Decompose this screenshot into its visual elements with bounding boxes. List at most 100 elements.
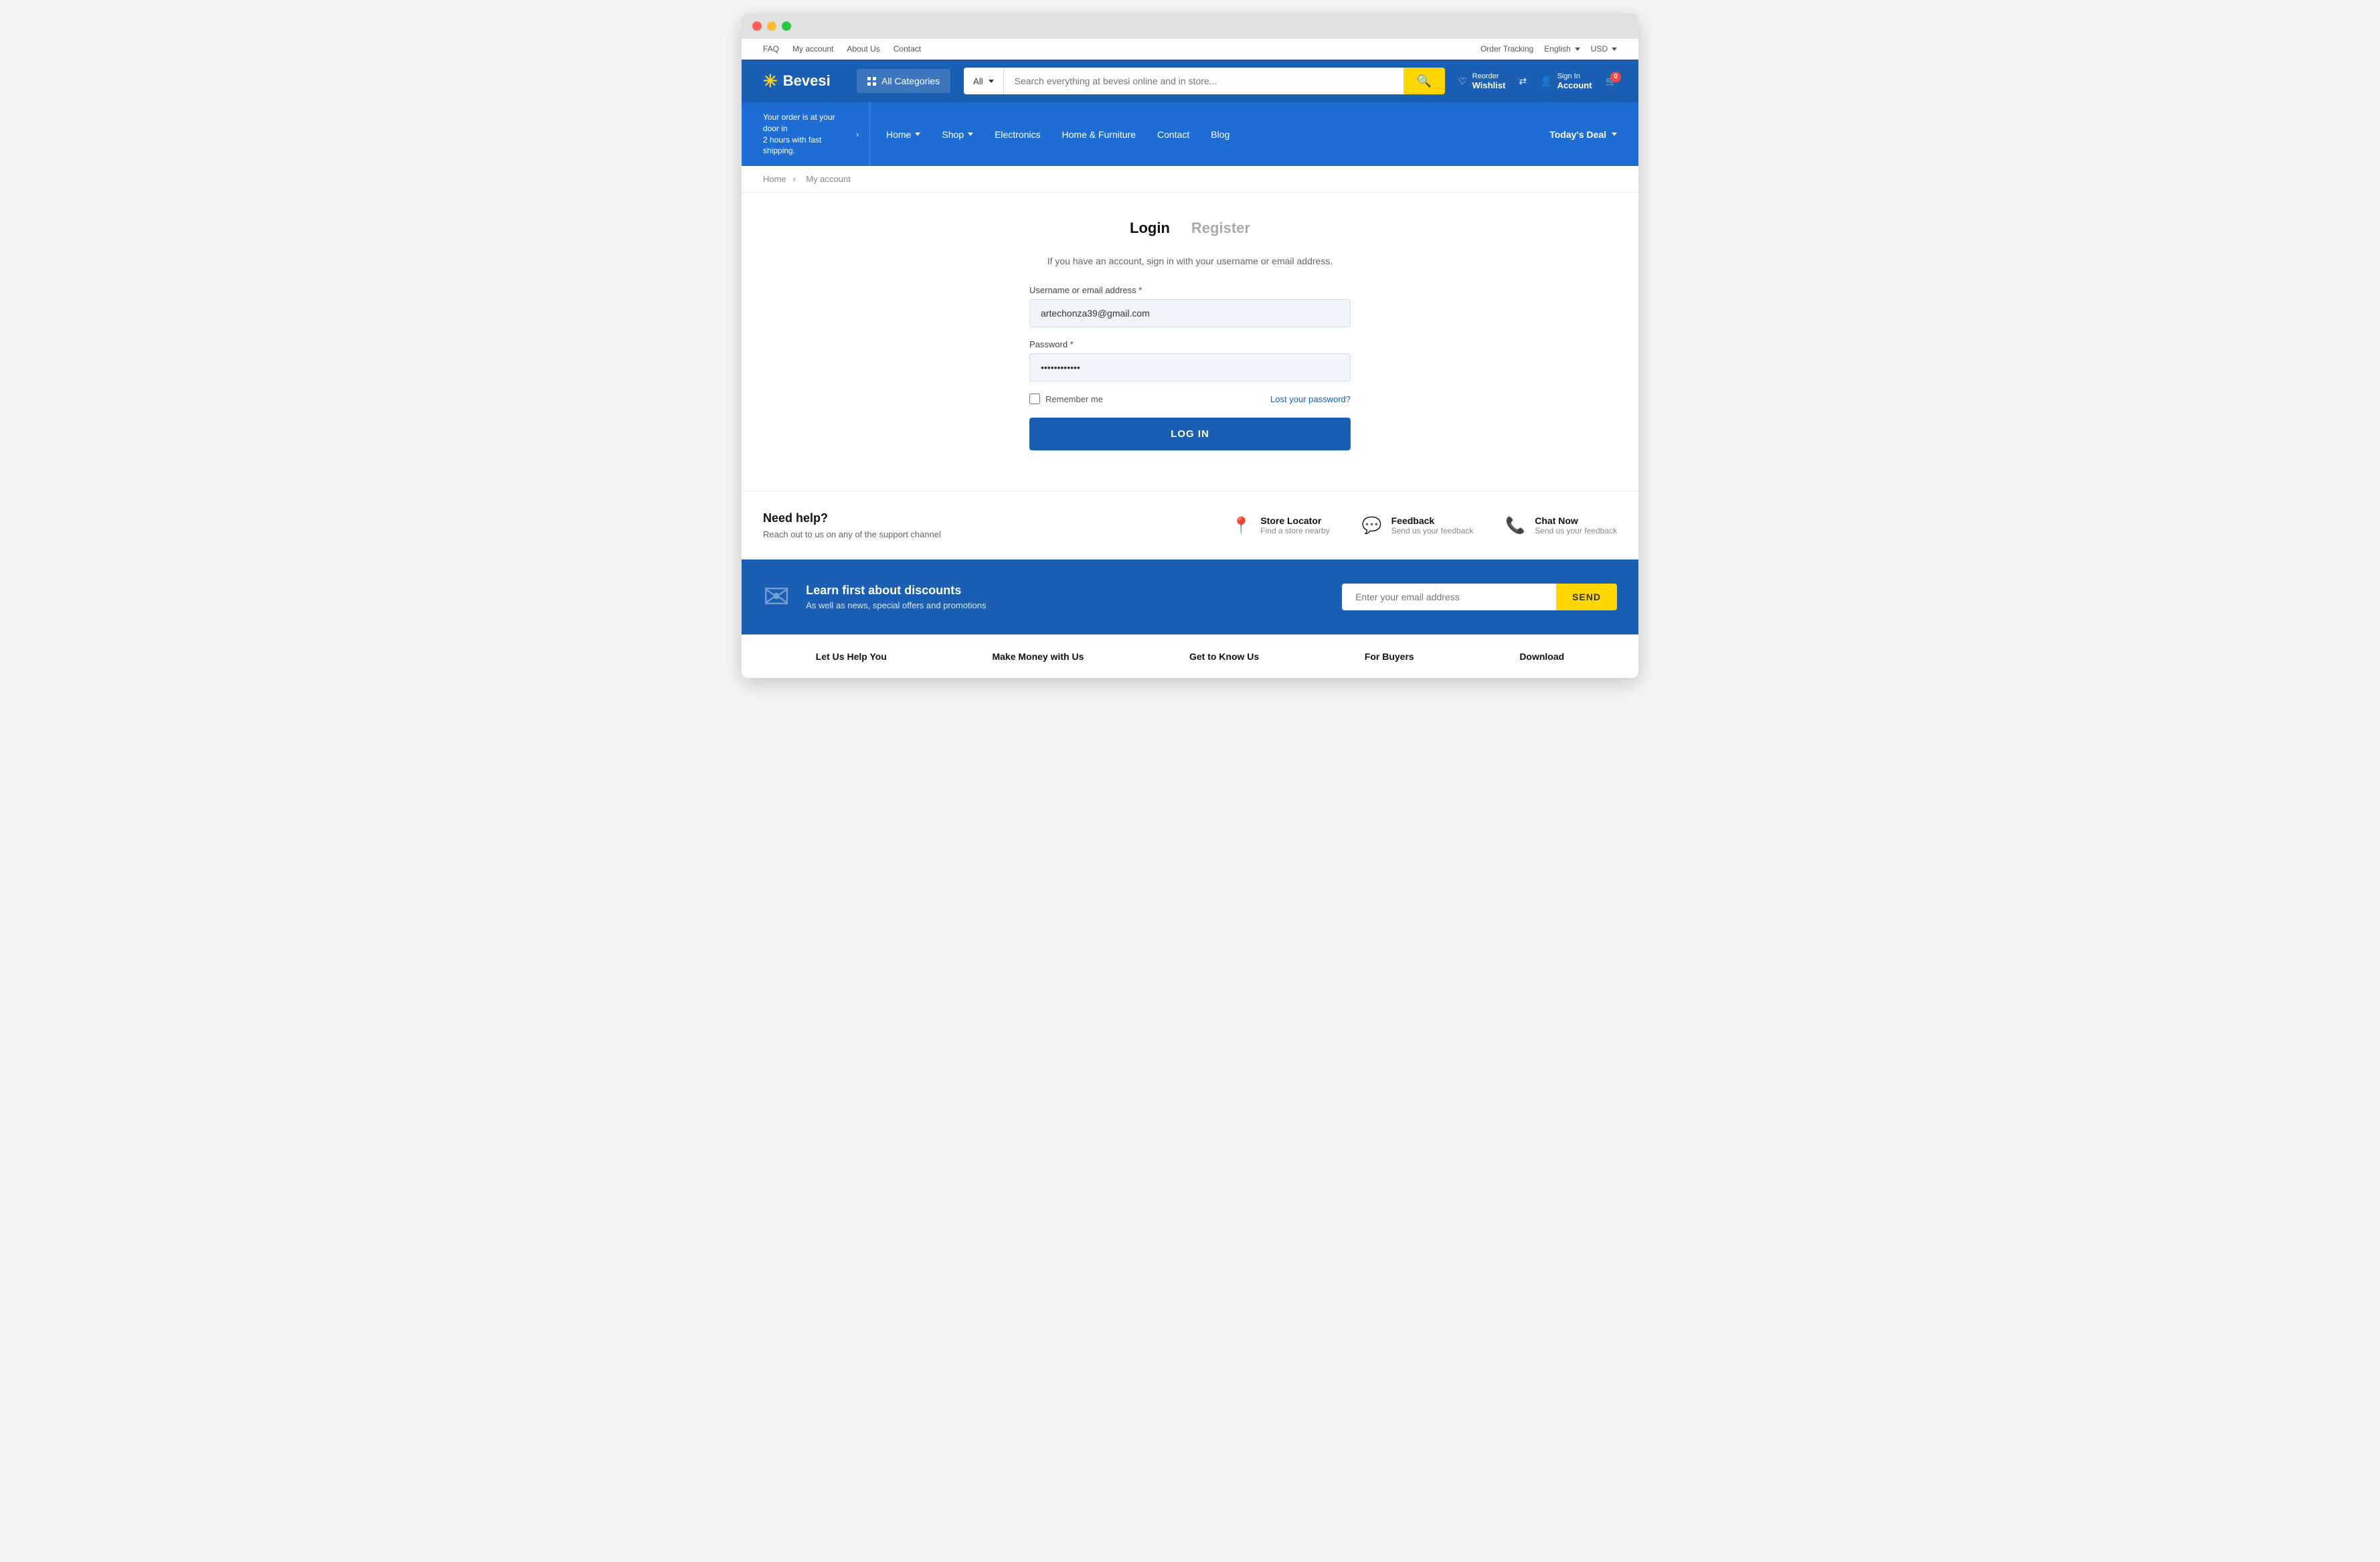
compare-action[interactable]: ⇄ (1519, 76, 1527, 87)
feedback-action[interactable]: 💬 Feedback Send us your feedback (1362, 515, 1474, 535)
newsletter-subtitle: As well as news, special offers and prom… (806, 600, 986, 610)
language-dropdown[interactable]: English (1544, 44, 1580, 54)
username-input[interactable] (1029, 299, 1351, 327)
compare-icon: ⇄ (1519, 76, 1527, 87)
utility-my-account[interactable]: My account (792, 44, 833, 54)
footer-col-2: Get to Know Us (1189, 651, 1259, 662)
phone-icon: 📞 (1505, 516, 1525, 535)
nav-electronics[interactable]: Electronics (984, 120, 1051, 149)
logo-icon: ✳ (763, 71, 778, 92)
currency-dropdown[interactable]: USD (1591, 44, 1617, 54)
store-locator-sub: Find a store nearby (1260, 526, 1329, 535)
tab-login[interactable]: Login (1130, 220, 1170, 240)
password-field-group: Password * (1029, 339, 1351, 381)
account-action[interactable]: 👤 Sign In Account (1540, 72, 1592, 90)
today-deal[interactable]: Today's Deal (1549, 120, 1617, 149)
utility-contact[interactable]: Contact (894, 44, 921, 54)
person-icon: 👤 (1540, 76, 1551, 87)
login-container: Login Register If you have an account, s… (1029, 220, 1351, 450)
chat-action[interactable]: 📞 Chat Now Send us your feedback (1505, 515, 1617, 535)
header: ✳ Bevesi All Categories All 🔍 ♡ Reord (742, 60, 1638, 102)
heart-icon: ♡ (1458, 76, 1467, 87)
utility-faq[interactable]: FAQ (763, 44, 779, 54)
username-field-group: Username or email address * (1029, 285, 1351, 327)
nav-shop-chevron-icon (968, 133, 973, 136)
today-deal-chevron-icon (1612, 133, 1617, 136)
wishlist-sub: Wishlist (1472, 80, 1506, 90)
logo-text: Bevesi (783, 72, 831, 90)
currency-chevron-icon (1612, 48, 1617, 51)
forgot-password-link[interactable]: Lost your password? (1270, 394, 1351, 404)
nav-home[interactable]: Home (875, 120, 931, 149)
all-categories-btn[interactable]: All Categories (857, 69, 950, 93)
all-categories-label: All Categories (881, 76, 940, 86)
location-icon: 📍 (1231, 516, 1251, 535)
chat-sub: Send us your feedback (1535, 526, 1617, 535)
nav-contact[interactable]: Contact (1146, 120, 1200, 149)
login-button[interactable]: LOG IN (1029, 418, 1351, 450)
tab-register[interactable]: Register (1191, 220, 1250, 240)
utility-right: Order Tracking English USD (1480, 44, 1617, 54)
need-help-title: Need help? (763, 511, 941, 525)
username-label: Username or email address * (1029, 285, 1351, 295)
nav-links: Home Shop Electronics Home & Furniture C… (875, 120, 1240, 149)
main-content: Login Register If you have an account, s… (742, 193, 1638, 491)
remember-me-label[interactable]: Remember me (1029, 394, 1103, 404)
form-options-row: Remember me Lost your password? (1029, 394, 1351, 404)
search-filter-dropdown[interactable]: All (964, 68, 1003, 94)
account-sub: Account (1557, 80, 1592, 90)
need-help: Need help? Reach out to us on any of the… (763, 511, 941, 539)
promo-line2: 2 hours with fast shipping. (763, 135, 848, 157)
search-filter-chevron-icon (989, 80, 994, 83)
search-button[interactable]: 🔍 (1404, 68, 1445, 94)
header-actions: ♡ Reorder Wishlist ⇄ 👤 Sign In Account 🛒… (1458, 72, 1617, 90)
nav-shop[interactable]: Shop (931, 120, 984, 149)
order-tracking-link[interactable]: Order Tracking (1480, 44, 1533, 54)
footer-col-1: Make Money with Us (992, 651, 1084, 662)
breadcrumb-separator: › (792, 174, 798, 184)
utility-about[interactable]: About Us (847, 44, 879, 54)
breadcrumb-home[interactable]: Home (763, 174, 786, 184)
mac-close-btn[interactable] (752, 21, 762, 31)
feedback-sub: Send us your feedback (1391, 526, 1474, 535)
store-locator-action[interactable]: 📍 Store Locator Find a store nearby (1231, 515, 1329, 535)
footer-col-4: Download (1519, 651, 1564, 662)
search-icon: 🔍 (1417, 74, 1432, 88)
search-input[interactable] (1004, 68, 1404, 94)
store-locator-title: Store Locator (1260, 515, 1329, 526)
newsletter-title: Learn first about discounts (806, 584, 986, 598)
remember-checkbox[interactable] (1029, 394, 1040, 404)
feedback-icon: 💬 (1362, 516, 1382, 535)
newsletter-email-input[interactable] (1342, 584, 1556, 610)
cart-badge: 0 (1610, 72, 1621, 82)
mac-maximize-btn[interactable] (782, 21, 791, 31)
newsletter-send-button[interactable]: SEND (1556, 584, 1617, 610)
utility-links: FAQ My account About Us Contact (763, 44, 921, 54)
nav-home-furniture[interactable]: Home & Furniture (1051, 120, 1146, 149)
nav-blog[interactable]: Blog (1200, 120, 1240, 149)
search-filter-label: All (973, 76, 983, 86)
newsletter-text: Learn first about discounts As well as n… (806, 584, 986, 610)
feedback-title: Feedback (1391, 515, 1474, 526)
today-deal-label: Today's Deal (1549, 129, 1606, 140)
password-input[interactable] (1029, 353, 1351, 381)
wishlist-action[interactable]: ♡ Reorder Wishlist (1458, 72, 1505, 90)
promo-line1: Your order is at your door in (763, 112, 848, 135)
auth-tabs: Login Register (1029, 220, 1351, 240)
support-actions: 📍 Store Locator Find a store nearby 💬 Fe… (1231, 515, 1617, 535)
mac-minimize-btn[interactable] (767, 21, 776, 31)
grid-icon (867, 77, 876, 86)
account-label: Sign In (1557, 72, 1592, 80)
nav-promo: Your order is at your door in 2 hours wi… (763, 102, 870, 166)
logo[interactable]: ✳ Bevesi (763, 71, 843, 92)
mac-titlebar (742, 13, 1638, 39)
search-bar: All 🔍 (964, 68, 1445, 94)
support-bar: Need help? Reach out to us on any of the… (742, 491, 1638, 559)
promo-arrow-icon: › (856, 130, 859, 139)
nav-home-chevron-icon (915, 133, 920, 136)
breadcrumb-current: My account (806, 174, 850, 184)
cart-action[interactable]: 🛒 0 (1606, 76, 1617, 87)
nav-bar: Your order is at your door in 2 hours wi… (742, 102, 1638, 166)
need-help-subtitle: Reach out to us on any of the support ch… (763, 529, 941, 539)
breadcrumb: Home › My account (742, 166, 1638, 193)
